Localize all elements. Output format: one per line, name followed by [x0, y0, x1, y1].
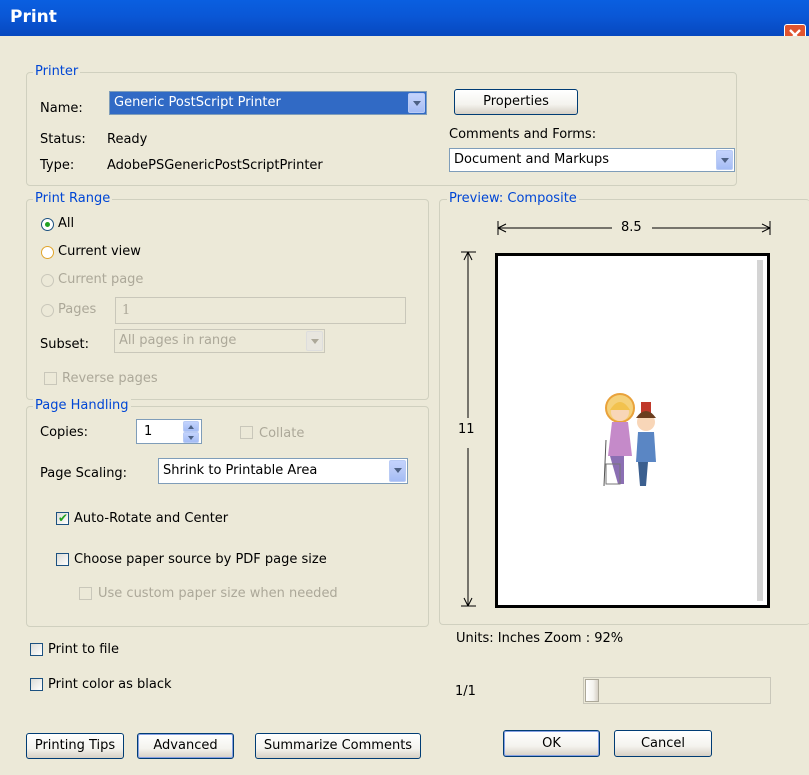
- page-counter: 1/1: [455, 684, 476, 699]
- chevron-down-icon: [408, 93, 425, 113]
- radio-pages: [41, 304, 54, 317]
- summarize-comments-button[interactable]: Summarize Comments: [255, 733, 421, 759]
- printing-tips-button[interactable]: Printing Tips: [26, 733, 124, 759]
- printer-legend: Printer: [33, 64, 81, 79]
- print-color-black-checkbox[interactable]: [30, 678, 43, 691]
- stepper-up-icon[interactable]: [183, 421, 199, 432]
- reverse-pages-label: Reverse pages: [62, 371, 158, 386]
- name-label: Name:: [40, 101, 83, 116]
- radio-pages-label: Pages: [58, 302, 97, 317]
- comments-forms-label: Comments and Forms:: [449, 127, 597, 142]
- page-scaling-label: Page Scaling:: [40, 466, 128, 481]
- print-to-file-label: Print to file: [48, 642, 120, 657]
- preview-page-content: [502, 260, 763, 601]
- title-bar: [0, 0, 809, 36]
- page-handling-legend: Page Handling: [33, 398, 131, 413]
- print-color-black-label: Print color as black: [48, 677, 172, 692]
- pages-input-value: 1: [122, 303, 131, 318]
- page-slider-thumb[interactable]: [585, 679, 599, 702]
- page-slider-track[interactable]: [583, 677, 771, 704]
- chevron-down-icon: [389, 460, 406, 482]
- type-value: AdobePSGenericPostScriptPrinter: [107, 158, 323, 173]
- page-scaling-value: Shrink to Printable Area: [163, 463, 318, 478]
- radio-all[interactable]: [41, 218, 54, 231]
- subset-label: Subset:: [40, 337, 89, 352]
- collate-checkbox: [240, 426, 253, 439]
- cancel-button[interactable]: Cancel: [614, 730, 712, 757]
- subset-select: All pages in range: [114, 329, 325, 353]
- properties-button[interactable]: Properties: [454, 89, 578, 115]
- copies-stepper[interactable]: [183, 421, 199, 443]
- page-scaling-select[interactable]: Shrink to Printable Area: [158, 458, 408, 484]
- paper-source-label: Choose paper source by PDF page size: [74, 552, 327, 567]
- width-dimension-label: 8.5: [621, 220, 642, 235]
- print-range-legend: Print Range: [33, 191, 113, 206]
- copies-value: 1: [144, 424, 153, 439]
- stepper-down-icon[interactable]: [183, 432, 199, 443]
- advanced-button[interactable]: Advanced: [137, 733, 234, 759]
- print-to-file-checkbox[interactable]: [30, 643, 43, 656]
- pages-input: 1: [115, 297, 406, 324]
- radio-current-page: [41, 274, 54, 287]
- paper-source-checkbox[interactable]: [56, 553, 69, 566]
- preview-legend: Preview: Composite: [447, 191, 579, 206]
- radio-current-page-label: Current page: [58, 272, 144, 287]
- ok-button[interactable]: OK: [503, 730, 600, 757]
- chevron-down-icon: [306, 331, 323, 351]
- custom-paper-label: Use custom paper size when needed: [98, 586, 338, 601]
- preview-illustration: [603, 393, 656, 487]
- comments-forms-select[interactable]: Document and Markups: [449, 148, 735, 172]
- status-label: Status:: [40, 132, 86, 147]
- radio-current-view-label: Current view: [58, 244, 141, 259]
- collate-label: Collate: [259, 426, 305, 441]
- height-dimension-label: 11: [458, 422, 475, 437]
- radio-selected-dot: [45, 222, 50, 227]
- status-value: Ready: [107, 132, 148, 147]
- auto-rotate-checkbox[interactable]: ✔: [56, 511, 69, 525]
- reverse-pages-checkbox: [44, 372, 57, 385]
- units-zoom-label: Units: Inches Zoom : 92%: [456, 631, 624, 646]
- copies-input[interactable]: 1: [136, 419, 202, 444]
- radio-current-view[interactable]: [41, 246, 54, 259]
- copies-label: Copies:: [40, 425, 89, 440]
- auto-rotate-label: Auto-Rotate and Center: [74, 511, 229, 526]
- type-label: Type:: [40, 158, 75, 173]
- printer-name-value: Generic PostScript Printer: [114, 95, 281, 110]
- checkmark-icon: ✔: [58, 511, 69, 525]
- custom-paper-checkbox: [79, 587, 92, 600]
- preview-page: [495, 253, 770, 608]
- printer-name-select[interactable]: Generic PostScript Printer: [109, 91, 427, 115]
- chevron-down-icon: [716, 150, 733, 170]
- subset-value: All pages in range: [119, 333, 237, 348]
- comments-forms-value: Document and Markups: [454, 152, 609, 167]
- radio-all-label: All: [58, 216, 75, 231]
- window-title: Print: [10, 7, 57, 27]
